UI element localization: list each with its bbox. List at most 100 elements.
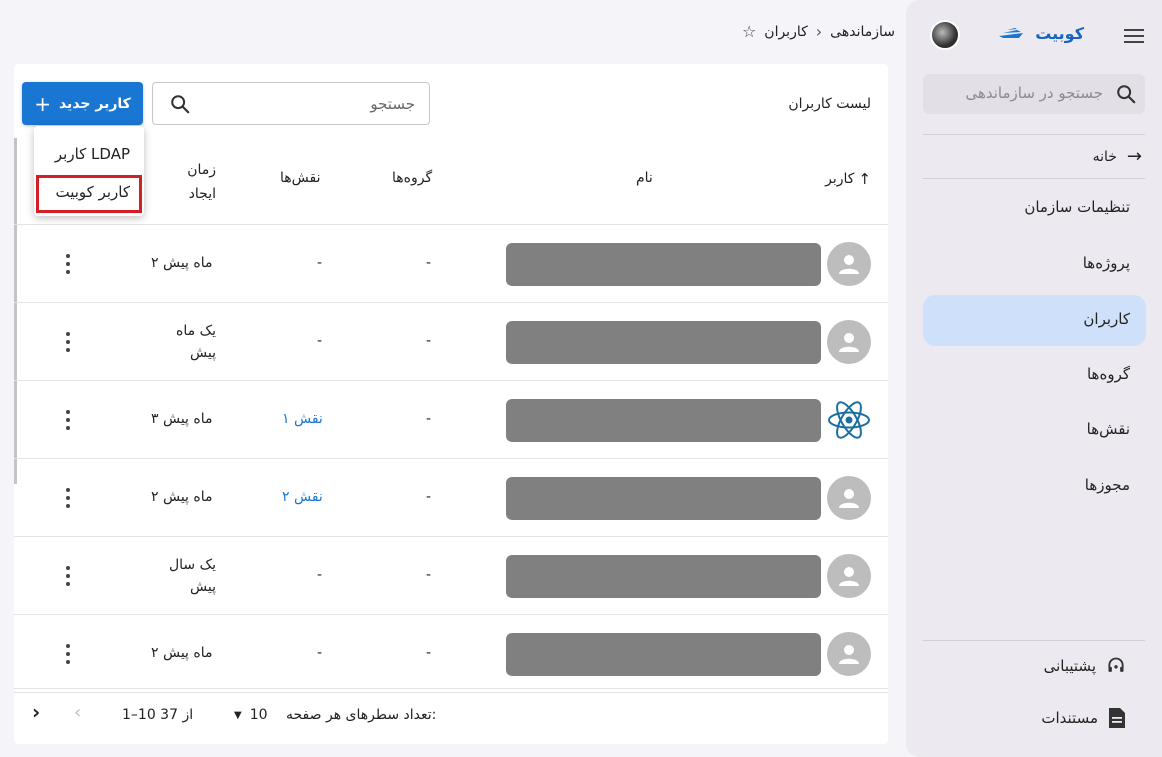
user-avatar-icon [827, 320, 871, 364]
more-vert-icon[interactable] [65, 644, 71, 664]
rows-per-page-value: 10 [249, 707, 268, 723]
roles-cell: - [317, 333, 323, 349]
created-cell: یک ماه پیش [164, 320, 216, 364]
roles-cell: - [317, 645, 323, 661]
headset-icon [1108, 657, 1124, 672]
row-divider [14, 302, 888, 303]
star-icon[interactable]: ☆ [742, 22, 756, 41]
document-icon [1109, 708, 1125, 728]
sidebar-item[interactable]: تنظیمات سازمان [1024, 198, 1130, 216]
created-cell: ۲ ماه پیش [151, 255, 213, 271]
row-divider [14, 614, 888, 615]
more-vert-icon[interactable] [65, 410, 71, 430]
plus-icon: + [34, 91, 51, 116]
sidebar-item[interactable]: گروه‌ها [1087, 365, 1130, 383]
sidebar-item-home[interactable]: خانه → [1093, 146, 1142, 167]
support-label: پشتیبانی [1043, 657, 1096, 675]
column-created-line2: ایجاد [188, 186, 216, 202]
groups-cell: - [426, 567, 432, 583]
column-roles: نقش‌ها [280, 170, 321, 186]
sidebar: کوبیت جستجو در سازماندهی خانه → تنظیمات … [906, 0, 1162, 757]
avatar[interactable] [930, 20, 960, 50]
user-avatar-icon [827, 476, 871, 520]
menu-item-kubit-user[interactable]: کاربر کوبیت [56, 183, 131, 201]
users-panel: لیست کاربران جستجو + کاربر جدید کاربر LD… [14, 64, 888, 744]
new-user-menu: کاربر LDAP کاربر کوبیت [34, 126, 144, 216]
sidebar-item-support[interactable]: پشتیبانی [1044, 656, 1126, 676]
sidebar-item[interactable]: نقش‌ها [1087, 420, 1130, 438]
groups-cell: - [426, 333, 432, 349]
org-search-input[interactable]: جستجو در سازماندهی [923, 74, 1145, 114]
boat-icon [999, 27, 1024, 38]
sidebar-divider [923, 178, 1145, 179]
arrow-up-icon: ↑ [858, 170, 871, 188]
redacted-name [506, 399, 821, 442]
column-user-label: کاربر [825, 171, 855, 187]
created-cell: ۳ ماه پیش [151, 411, 213, 427]
more-vert-icon[interactable] [65, 488, 71, 508]
groups-cell: - [426, 411, 432, 427]
previous-page-icon[interactable]: ‹ [74, 702, 81, 723]
created-cell: ۲ ماه پیش [151, 489, 213, 505]
row-divider [14, 380, 888, 381]
column-name: نام [636, 170, 653, 186]
roles-cell: - [317, 567, 323, 583]
sidebar-item[interactable]: مجوزها [1085, 476, 1130, 494]
react-logo-icon [828, 401, 870, 439]
more-vert-icon[interactable] [65, 332, 71, 352]
column-groups: گروه‌ها [392, 170, 433, 186]
add-user-label: کاربر جدید [58, 95, 131, 112]
org-search-placeholder: جستجو در سازماندهی [965, 84, 1103, 102]
brand-logo[interactable]: کوبیت [997, 24, 1084, 43]
menu-icon[interactable] [1122, 24, 1146, 48]
sidebar-item-docs[interactable]: مستندات [1041, 707, 1126, 729]
column-created-line1: زمان [187, 162, 216, 178]
search-icon [171, 95, 190, 114]
column-user[interactable]: کاربر ↑ [825, 170, 871, 188]
header-divider [14, 224, 888, 225]
sidebar-item[interactable]: کاربران [1083, 310, 1130, 328]
row-divider [14, 536, 888, 537]
groups-cell: - [426, 489, 432, 505]
next-page-icon[interactable]: › [32, 700, 40, 724]
page-title: لیست کاربران [788, 96, 871, 112]
roles-cell[interactable]: ۱ نقش [282, 411, 323, 427]
search-input[interactable]: جستجو [152, 82, 430, 125]
created-line1: یک سال [168, 557, 216, 573]
home-label: خانه [1092, 148, 1117, 165]
column-created: زمان ایجاد [182, 158, 216, 206]
more-vert-icon[interactable] [65, 566, 71, 586]
search-icon [1117, 85, 1136, 104]
brand-name: کوبیت [1035, 24, 1084, 43]
sidebar-item[interactable]: پروژه‌ها [1083, 254, 1130, 272]
breadcrumb-org[interactable]: سازماندهی [830, 24, 895, 40]
sidebar-divider [923, 134, 1145, 135]
search-placeholder: جستجو [370, 95, 415, 113]
arrow-right-icon: → [1126, 146, 1142, 167]
user-avatar-icon [827, 554, 871, 598]
page-range: 1–10 از 37 [122, 707, 194, 723]
breadcrumb: سازماندهی ‹ کاربران ☆ [705, 22, 895, 41]
redacted-name [506, 633, 821, 676]
breadcrumb-page: کاربران [764, 23, 808, 40]
footer-divider [14, 688, 888, 689]
created-line2: پیش [190, 345, 216, 361]
menu-item-ldap-user[interactable]: کاربر LDAP [55, 145, 130, 163]
pagination: تعداد سطرهای هر صفحه: ▼ 10 1–10 از 37 ‹ … [14, 688, 888, 744]
groups-cell: - [426, 255, 432, 271]
docs-label: مستندات [1041, 709, 1098, 727]
scrollbar[interactable] [14, 138, 17, 484]
roles-cell[interactable]: ۲ نقش [282, 489, 323, 505]
rows-per-page-select[interactable]: ▼ 10 [234, 707, 268, 723]
user-avatar-icon [827, 632, 871, 676]
created-line2: پیش [190, 579, 216, 595]
redacted-name [506, 477, 821, 520]
redacted-name [506, 555, 821, 598]
created-line1: یک ماه [176, 323, 216, 339]
add-user-button[interactable]: + کاربر جدید [22, 82, 143, 125]
created-cell: یک سال پیش [164, 554, 216, 598]
rows-per-page-label: تعداد سطرهای هر صفحه: [286, 707, 437, 723]
created-cell: ۲ ماه پیش [151, 645, 213, 661]
more-vert-icon[interactable] [65, 254, 71, 274]
row-divider [14, 458, 888, 459]
